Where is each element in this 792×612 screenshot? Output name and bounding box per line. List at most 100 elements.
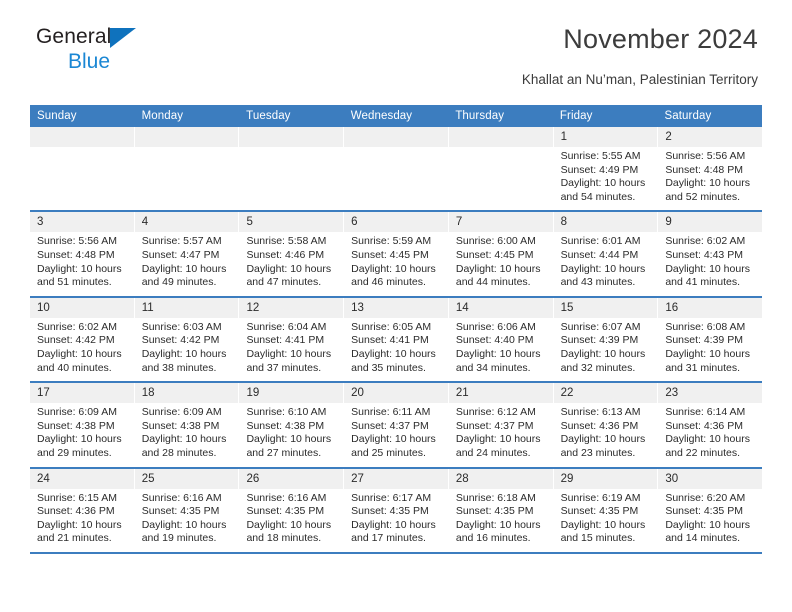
- sunrise-text: Sunrise: 5:58 AM: [246, 235, 327, 248]
- calendar-week-row: 24 Sunrise: 6:15 AM Sunset: 4:36 PM Dayligh…: [30, 468, 763, 554]
- weekday-header-tuesday: Tuesday: [246, 110, 291, 122]
- sunrise-text: Sunrise: 6:10 AM: [246, 406, 327, 419]
- day-details: Sunrise: 6:02 AM Sunset: 4:43 PM Daylight:…: [658, 232, 762, 289]
- day-cell[interactable]: 16 Sunrise: 6:08 AM Sunset: 4:39 PM Dayligh…: [658, 297, 763, 382]
- day-details: Sunrise: 6:09 AM Sunset: 4:38 PM Daylight:…: [30, 403, 134, 460]
- day-number: 16: [658, 297, 763, 318]
- day-cell[interactable]: 17 Sunrise: 6:09 AM Sunset: 4:38 PM Dayligh…: [30, 383, 135, 467]
- day-cell[interactable]: 24 Sunrise: 6:15 AM Sunset: 4:36 PM Dayligh…: [30, 468, 135, 552]
- day-cell-empty: [239, 127, 345, 211]
- sunrise-text: Sunrise: 6:05 AM: [351, 320, 432, 333]
- day-cell[interactable]: 12 Sunrise: 6:04 AM Sunset: 4:41 PM Dayligh…: [239, 297, 345, 382]
- sunset-text: Sunset: 4:45 PM: [455, 248, 534, 261]
- calendar-weeks: 1 Sunrise: 5:55 AM Sunset: 4:49 PM Daylight…: [30, 127, 763, 554]
- sunset-text: Sunset: 4:36 PM: [560, 419, 639, 432]
- sunset-text: Sunset: 4:36 PM: [665, 419, 743, 432]
- day-cell[interactable]: 6 Sunrise: 5:59 AM Sunset: 4:45 PM Daylight…: [344, 212, 449, 296]
- day-cell[interactable]: 8 Sunrise: 6:01 AM Sunset: 4:44 PM Daylight…: [553, 212, 659, 296]
- sunset-text: Sunset: 4:35 PM: [455, 505, 534, 518]
- daylight-text: Daylight: 10 hours and 14 minutes.: [665, 518, 750, 545]
- day-details: Sunrise: 6:10 AM Sunset: 4:38 PM Daylight:…: [239, 403, 343, 460]
- day-cell[interactable]: 5 Sunrise: 5:58 AM Sunset: 4:46 PM Daylight…: [239, 212, 345, 296]
- day-cell[interactable]: 4 Sunrise: 5:57 AM Sunset: 4:47 PM Daylight…: [134, 212, 240, 296]
- day-number: 3: [30, 212, 134, 233]
- day-number: 13: [344, 297, 448, 318]
- day-details: Sunrise: 6:11 AM Sunset: 4:37 PM Daylight:…: [344, 403, 448, 460]
- day-cell[interactable]: 2 Sunrise: 5:56 AM Sunset: 4:48 PM Daylight…: [658, 127, 763, 211]
- day-cell[interactable]: 30 Sunrise: 6:20 AM Sunset: 4:35 PM Dayligh…: [658, 468, 763, 552]
- day-cell[interactable]: 27 Sunrise: 6:17 AM Sunset: 4:35 PM Dayligh…: [344, 468, 449, 552]
- sunset-text: Sunset: 4:48 PM: [665, 163, 743, 176]
- day-cell[interactable]: 10 Sunrise: 6:02 AM Sunset: 4:42 PM Dayligh…: [30, 297, 135, 382]
- sunrise-text: Sunrise: 6:01 AM: [560, 235, 641, 248]
- day-cell[interactable]: 15 Sunrise: 6:07 AM Sunset: 4:39 PM Dayligh…: [553, 297, 659, 382]
- sunset-text: Sunset: 4:42 PM: [37, 334, 115, 347]
- sunrise-text: Sunrise: 6:18 AM: [455, 491, 536, 504]
- sunrise-text: Sunrise: 6:14 AM: [665, 406, 746, 419]
- sunset-text: Sunset: 4:48 PM: [37, 248, 115, 261]
- daylight-text: Daylight: 10 hours and 21 minutes.: [37, 518, 122, 545]
- daylight-text: Daylight: 10 hours and 43 minutes.: [560, 262, 646, 289]
- sunset-text: Sunset: 4:38 PM: [246, 419, 325, 432]
- day-number: 17: [30, 383, 134, 404]
- day-cell[interactable]: 11 Sunrise: 6:03 AM Sunset: 4:42 PM Dayligh…: [134, 297, 240, 382]
- daylight-text: Daylight: 10 hours and 38 minutes.: [141, 347, 227, 374]
- day-details: Sunrise: 6:19 AM Sunset: 4:35 PM Daylight:…: [554, 489, 658, 546]
- sunset-text: Sunset: 4:41 PM: [246, 334, 325, 347]
- day-cell[interactable]: 21 Sunrise: 6:12 AM Sunset: 4:37 PM Dayligh…: [448, 383, 554, 467]
- page-title: November 2024: [563, 24, 758, 54]
- daylight-text: Daylight: 10 hours and 47 minutes.: [246, 262, 332, 289]
- day-cell[interactable]: 19 Sunrise: 6:10 AM Sunset: 4:38 PM Dayligh…: [239, 383, 345, 467]
- sunset-text: Sunset: 4:35 PM: [141, 505, 220, 518]
- day-cell[interactable]: 7 Sunrise: 6:00 AM Sunset: 4:45 PM Daylight…: [448, 212, 554, 296]
- day-cell-empty: [30, 127, 135, 211]
- daylight-text: Daylight: 10 hours and 31 minutes.: [665, 347, 750, 374]
- day-cell[interactable]: 14 Sunrise: 6:06 AM Sunset: 4:40 PM Dayligh…: [448, 297, 554, 382]
- day-details: Sunrise: 6:12 AM Sunset: 4:37 PM Daylight:…: [449, 403, 553, 460]
- daylight-text: Daylight: 10 hours and 24 minutes.: [455, 433, 541, 459]
- day-cell[interactable]: 29 Sunrise: 6:19 AM Sunset: 4:35 PM Dayligh…: [553, 468, 659, 552]
- day-cell[interactable]: 20 Sunrise: 6:11 AM Sunset: 4:37 PM Dayligh…: [344, 383, 449, 467]
- day-cell[interactable]: 18 Sunrise: 6:09 AM Sunset: 4:38 PM Dayligh…: [134, 383, 240, 467]
- day-cell[interactable]: 9 Sunrise: 6:02 AM Sunset: 4:43 PM Daylight…: [658, 212, 763, 296]
- day-details: Sunrise: 6:04 AM Sunset: 4:41 PM Daylight:…: [239, 318, 343, 375]
- day-cell-empty: [344, 127, 449, 211]
- day-details: Sunrise: 5:55 AM Sunset: 4:49 PM Daylight:…: [554, 147, 658, 204]
- day-cell[interactable]: 25 Sunrise: 6:16 AM Sunset: 4:35 PM Dayligh…: [134, 468, 240, 552]
- daylight-text: Daylight: 10 hours and 23 minutes.: [560, 433, 646, 459]
- day-cell[interactable]: 26 Sunrise: 6:16 AM Sunset: 4:35 PM Dayligh…: [239, 468, 345, 552]
- day-number: 22: [553, 383, 658, 404]
- sunset-text: Sunset: 4:49 PM: [560, 163, 639, 176]
- sunset-text: Sunset: 4:39 PM: [560, 334, 639, 347]
- day-number: 18: [134, 383, 239, 404]
- day-cell[interactable]: 1 Sunrise: 5:55 AM Sunset: 4:49 PM Daylight…: [553, 127, 659, 211]
- day-cell[interactable]: 3 Sunrise: 5:56 AM Sunset: 4:48 PM Daylight…: [30, 212, 135, 296]
- day-cell[interactable]: 23 Sunrise: 6:14 AM Sunset: 4:36 PM Dayligh…: [658, 383, 763, 467]
- day-cell[interactable]: 22 Sunrise: 6:13 AM Sunset: 4:36 PM Dayligh…: [553, 383, 659, 467]
- sunrise-text: Sunrise: 5:56 AM: [37, 235, 117, 248]
- day-cell[interactable]: 28 Sunrise: 6:18 AM Sunset: 4:35 PM Dayligh…: [448, 468, 554, 552]
- daylight-text: Daylight: 10 hours and 29 minutes.: [37, 433, 122, 459]
- generalblue-logo[interactable]: General Blue: [36, 26, 186, 76]
- day-details: Sunrise: 6:13 AM Sunset: 4:36 PM Daylight:…: [554, 403, 658, 460]
- day-number: 25: [134, 468, 239, 489]
- sunrise-text: Sunrise: 6:11 AM: [351, 406, 431, 419]
- sunrise-text: Sunrise: 6:08 AM: [665, 320, 746, 333]
- day-cell[interactable]: 13 Sunrise: 6:05 AM Sunset: 4:41 PM Dayligh…: [344, 297, 449, 382]
- sunrise-text: Sunrise: 6:17 AM: [351, 491, 432, 504]
- daylight-text: Daylight: 10 hours and 35 minutes.: [351, 347, 436, 374]
- sunrise-text: Sunrise: 6:20 AM: [665, 491, 746, 504]
- sunset-text: Sunset: 4:35 PM: [560, 505, 639, 518]
- day-number: 5: [239, 212, 344, 233]
- sunrise-text: Sunrise: 6:03 AM: [141, 320, 222, 333]
- day-details: Sunrise: 6:02 AM Sunset: 4:42 PM Daylight:…: [30, 318, 134, 375]
- day-details: Sunrise: 6:18 AM Sunset: 4:35 PM Daylight:…: [449, 489, 553, 546]
- day-details: Sunrise: 6:16 AM Sunset: 4:35 PM Daylight:…: [135, 489, 239, 546]
- day-details: Sunrise: 5:57 AM Sunset: 4:47 PM Daylight:…: [135, 232, 239, 289]
- day-details: Sunrise: 6:17 AM Sunset: 4:35 PM Daylight:…: [344, 489, 448, 546]
- day-cell-empty: [134, 127, 240, 211]
- daylight-text: Daylight: 10 hours and 46 minutes.: [351, 262, 436, 289]
- day-number: 10: [30, 297, 134, 318]
- day-number: 30: [658, 468, 763, 489]
- daylight-text: Daylight: 10 hours and 52 minutes.: [665, 177, 750, 203]
